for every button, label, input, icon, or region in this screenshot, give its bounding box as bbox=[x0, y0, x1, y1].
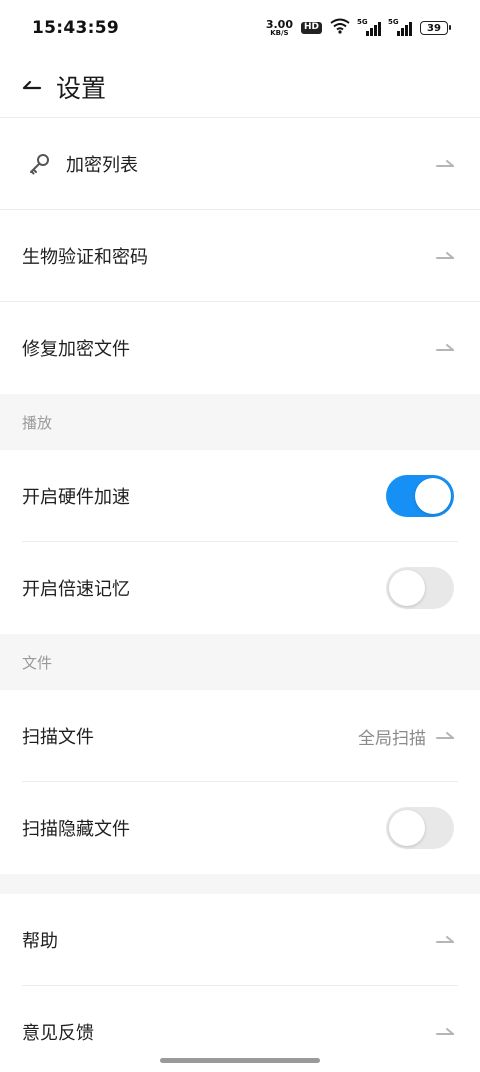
header: 设置 bbox=[0, 56, 480, 118]
encrypted-list-label: 加密列表 bbox=[66, 155, 138, 176]
status-icons: 3.00 KB/S HD 5G 5G 39 bbox=[266, 18, 451, 38]
section-header-playback: 播放 bbox=[0, 394, 480, 450]
home-indicator[interactable] bbox=[160, 1058, 320, 1063]
section-title-files: 文件 bbox=[22, 653, 53, 672]
chevron-right-icon bbox=[436, 732, 454, 739]
biometric-password-row[interactable]: 生物验证和密码 bbox=[0, 210, 480, 302]
chevron-right-icon bbox=[436, 344, 454, 351]
help-row[interactable]: 帮助 bbox=[0, 894, 480, 986]
toggle-knob bbox=[389, 570, 425, 606]
page-title: 设置 bbox=[56, 73, 107, 103]
feedback-label: 意见反馈 bbox=[22, 1023, 94, 1044]
settings-list: 加密列表 生物验证和密码 修复加密文件 播放 开启硬件加速 开启倍速记忆 文件 … bbox=[0, 118, 480, 1072]
help-label: 帮助 bbox=[22, 931, 58, 952]
network-speed: 3.00 KB/S bbox=[266, 19, 293, 37]
key-icon bbox=[30, 154, 49, 175]
hardware-acceleration-row[interactable]: 开启硬件加速 bbox=[0, 450, 480, 542]
signal-sim1-icon: 5G bbox=[357, 18, 381, 36]
speed-memory-label: 开启倍速记忆 bbox=[22, 579, 130, 600]
speed-memory-row[interactable]: 开启倍速记忆 bbox=[0, 542, 480, 634]
scan-files-label: 扫描文件 bbox=[22, 727, 94, 748]
back-button[interactable] bbox=[22, 75, 46, 99]
wifi-icon bbox=[330, 18, 350, 38]
sim2-tag: 5G bbox=[388, 18, 399, 26]
repair-encrypted-files-label: 修复加密文件 bbox=[22, 339, 130, 360]
section-header-files: 文件 bbox=[0, 634, 480, 690]
signal-sim2-icon: 5G bbox=[388, 18, 412, 36]
battery-level: 39 bbox=[427, 22, 441, 34]
toggle-knob bbox=[415, 478, 451, 514]
hd-icon: HD bbox=[300, 22, 322, 34]
back-arrow-icon bbox=[22, 80, 42, 89]
scan-files-value: 全局扫描 bbox=[358, 728, 426, 749]
scan-files-row[interactable]: 扫描文件 全局扫描 bbox=[0, 690, 480, 782]
repair-encrypted-files-row[interactable]: 修复加密文件 bbox=[0, 302, 480, 394]
biometric-password-label: 生物验证和密码 bbox=[22, 247, 148, 268]
speed-memory-toggle[interactable] bbox=[386, 567, 454, 609]
hardware-acceleration-toggle[interactable] bbox=[386, 475, 454, 517]
network-speed-unit: KB/S bbox=[270, 29, 289, 37]
scan-hidden-files-row[interactable]: 扫描隐藏文件 bbox=[0, 782, 480, 874]
chevron-right-icon bbox=[436, 1028, 454, 1035]
chevron-right-icon bbox=[436, 936, 454, 943]
status-bar: 15:43:59 3.00 KB/S HD 5G 5G 39 bbox=[0, 0, 480, 56]
scan-hidden-files-toggle[interactable] bbox=[386, 807, 454, 849]
status-time: 15:43:59 bbox=[32, 18, 119, 38]
hardware-acceleration-label: 开启硬件加速 bbox=[22, 487, 130, 508]
scan-hidden-files-label: 扫描隐藏文件 bbox=[22, 819, 130, 840]
section-gap bbox=[0, 874, 480, 894]
sim1-tag: 5G bbox=[357, 18, 368, 26]
battery-icon: 39 bbox=[420, 21, 451, 35]
encrypted-list-row[interactable]: 加密列表 bbox=[0, 118, 480, 210]
chevron-right-icon bbox=[436, 160, 454, 167]
chevron-right-icon bbox=[436, 252, 454, 259]
section-title-playback: 播放 bbox=[22, 413, 53, 432]
toggle-knob bbox=[389, 810, 425, 846]
